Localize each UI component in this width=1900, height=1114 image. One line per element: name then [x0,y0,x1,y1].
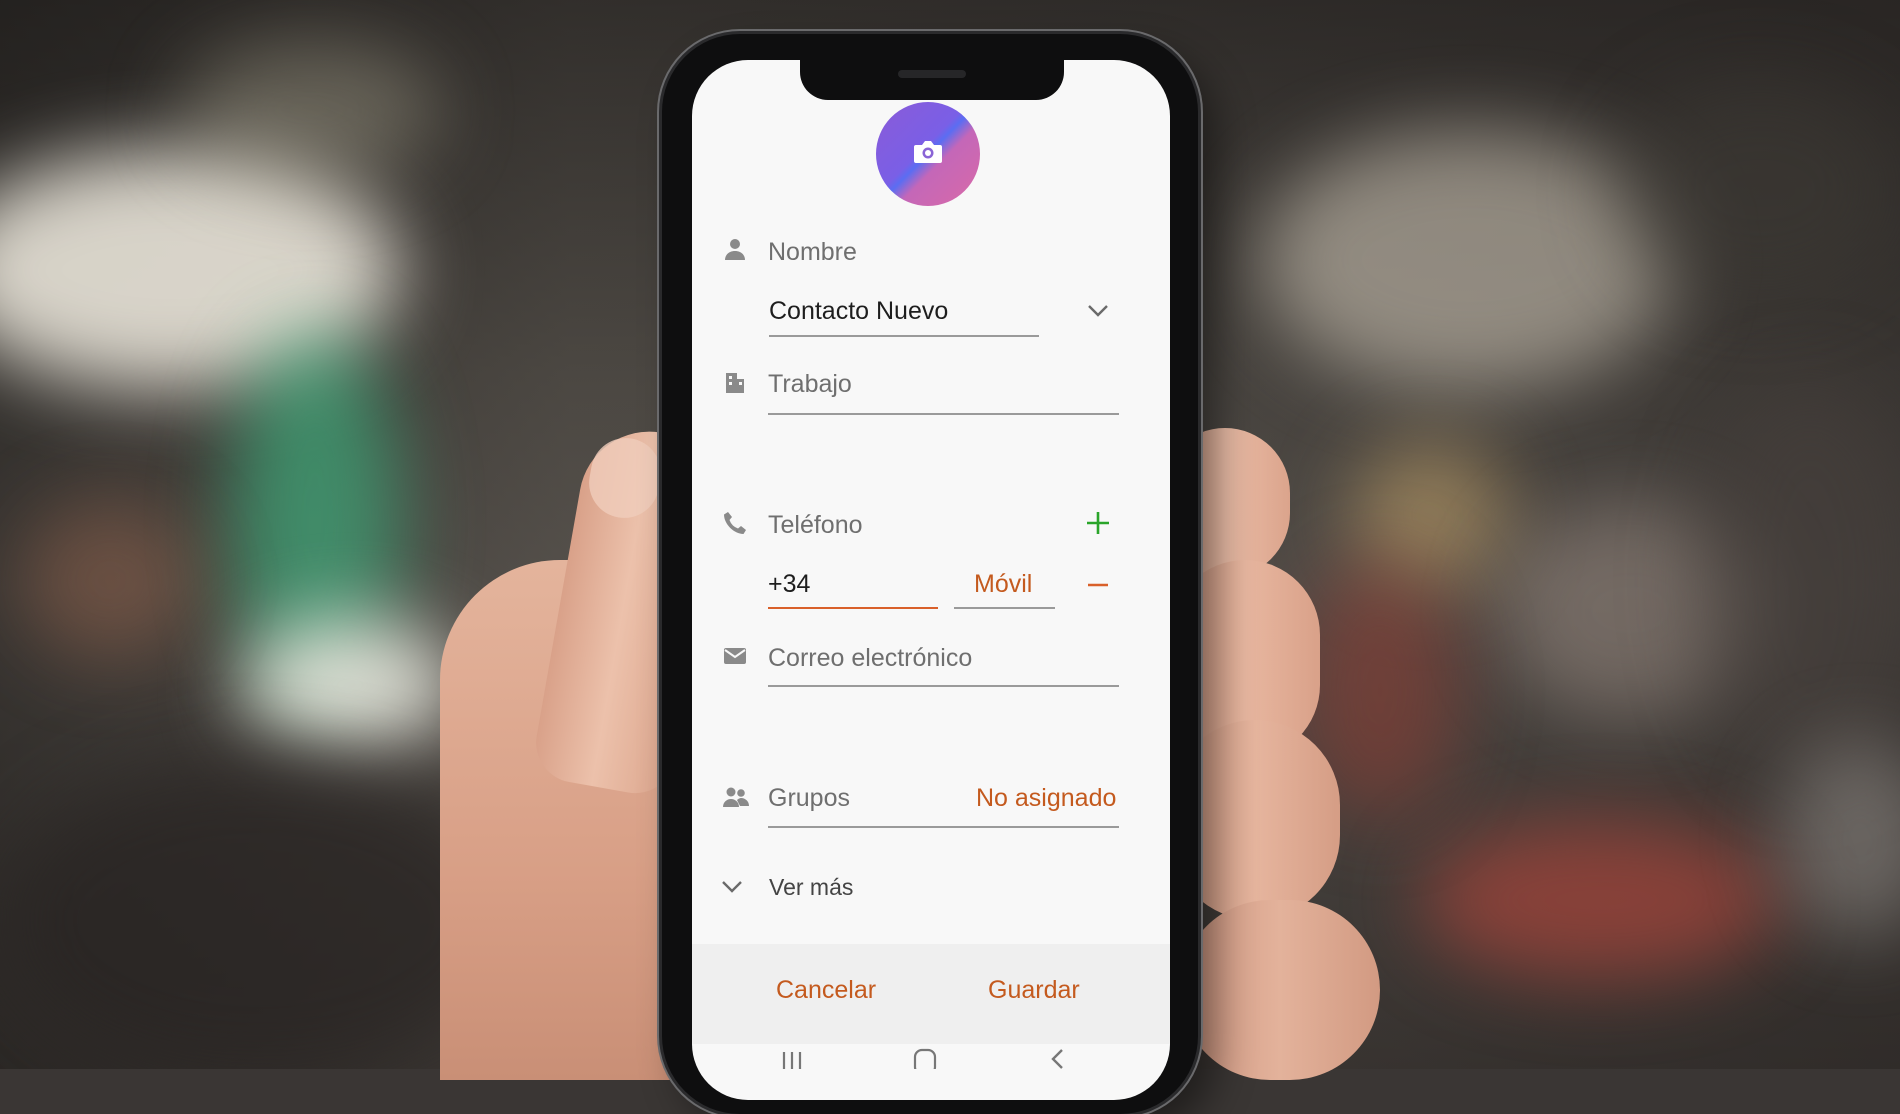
phone-notch [800,58,1064,100]
work-underline [768,413,1119,415]
work-input[interactable]: Trabajo [768,370,852,399]
people-icon [722,784,749,810]
plus-icon[interactable] [1085,510,1111,541]
person-icon [722,236,748,262]
camera-icon [913,139,943,170]
recents-icon[interactable] [780,1050,804,1074]
cancel-button[interactable]: Cancelar [776,976,876,1005]
groups-underline [768,826,1119,828]
email-input[interactable]: Correo electrónico [768,644,972,673]
contact-photo-button[interactable] [876,102,980,206]
home-icon[interactable] [913,1048,937,1076]
envelope-icon [722,643,748,669]
name-underline [769,335,1039,337]
phone-icon [722,510,748,536]
phone-type-select[interactable]: Móvil [974,570,1032,599]
name-label: Nombre [768,238,857,266]
phone-type-underline [954,607,1055,609]
phone-input[interactable]: +34 [768,570,810,599]
back-icon[interactable] [1048,1048,1068,1074]
phone-label: Teléfono [768,511,863,539]
chevron-down-icon[interactable] [1086,302,1110,323]
groups-label: Grupos [768,784,850,812]
save-button[interactable]: Guardar [988,976,1080,1005]
building-icon [722,370,748,396]
see-more-link[interactable]: Ver más [769,874,853,901]
email-underline [768,685,1119,687]
groups-select[interactable]: No asignado [976,784,1116,813]
phone-underline [768,607,938,609]
minus-icon[interactable] [1085,574,1111,601]
chevron-down-icon [720,878,744,899]
bottom-action-bar [692,944,1170,1044]
name-input[interactable]: Contacto Nuevo [769,297,948,326]
